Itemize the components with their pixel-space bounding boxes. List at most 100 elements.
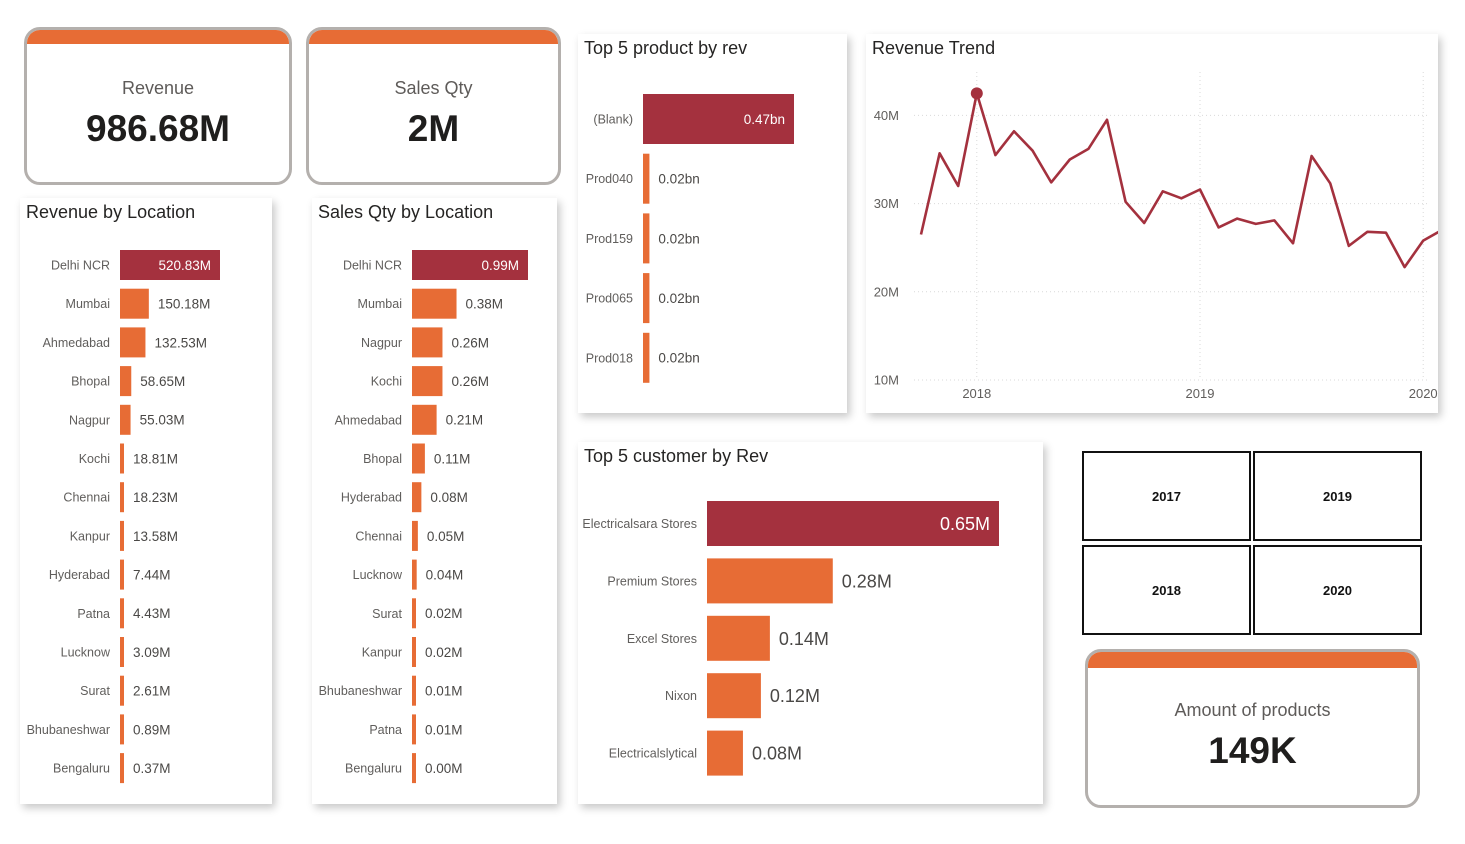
data-label: 0.02bn [658,172,699,187]
sales-qty-card-value: 2M [407,108,460,149]
year-button-2019[interactable]: 2019 [1253,451,1422,541]
bar-prod159[interactable] [643,213,650,264]
top5-customer-panel: Top 5 customer by Rev Electricalsara Sto… [578,442,1043,804]
bar-hyderabad[interactable] [120,559,124,590]
revenue-by-location-chart: Delhi NCR 520.83M Mumbai 150.18M Ahmedabad 13… [27,250,220,784]
category-label: Chennai [355,529,402,543]
y-tick-label: 40M [874,108,899,123]
data-label: 0.02M [425,606,463,621]
bar-kanpur[interactable] [412,637,416,667]
data-label: 0.26M [451,374,489,389]
x-tick-label: 2018 [962,386,991,401]
data-label: 0.11M [434,451,471,466]
data-label: 0.89M [133,722,171,737]
category-label: Bengaluru [345,762,402,776]
category-label: Prod040 [586,172,633,186]
category-label: Patna [77,607,110,621]
bar-patna[interactable] [120,598,124,629]
bar-kanpur[interactable] [120,520,124,551]
data-label: 18.23M [133,490,178,505]
bar-chennai[interactable] [412,520,418,551]
bar-nagpur[interactable] [412,327,443,358]
year-button-2020[interactable]: 2020 [1253,545,1422,635]
bar-bhopal[interactable] [120,366,132,397]
data-label: 520.83M [158,258,211,273]
category-label: Prod065 [586,292,633,306]
y-tick-label: 10M [874,373,899,388]
category-label: Prod018 [586,351,633,365]
data-label: 0.05M [427,529,465,544]
bar-ahmedabad[interactable] [412,404,437,435]
revenue-trend-panel: Revenue Trend 10M 20M 30M 40M 2018 2019 2020 [866,34,1438,413]
bar-bhubaneshwar[interactable] [412,675,416,706]
revenue-trend-line[interactable] [919,91,1438,338]
category-label: Delhi NCR [343,259,402,273]
x-tick-label: 2019 [1186,386,1215,401]
data-label: 0.65M [940,514,990,534]
category-label: Patna [369,723,402,737]
bar-prod040[interactable] [643,153,650,204]
data-label: 0.12M [770,686,820,706]
revenue-card-value: 986.68M [86,108,230,149]
category-label: Kochi [371,375,402,389]
bar-bhopal[interactable] [412,443,425,474]
bar-mumbai[interactable] [120,288,149,319]
revenue-trend-chart: 10M 20M 30M 40M 2018 2019 2020 [874,72,1438,401]
category-label: Bhopal [71,375,110,389]
bar-premium-stores[interactable] [707,558,833,604]
data-label: 0.01M [425,684,463,699]
category-label: Hyderabad [341,491,402,505]
data-label: 13.58M [133,529,178,544]
data-label: 0.00M [425,761,463,776]
bar-lucknow[interactable] [120,637,124,667]
bar-prod018[interactable] [643,332,650,383]
bar-electricalslytical[interactable] [707,730,743,776]
products-card-label: Amount of products [1174,700,1331,720]
bar-bhubaneshwar[interactable] [120,714,124,745]
card-accent-bar [1088,652,1417,668]
bar-ahmedabad[interactable] [120,327,146,358]
bar-nagpur[interactable] [120,404,131,435]
bar-lucknow[interactable] [412,559,417,590]
max-point-marker[interactable] [970,87,983,100]
bar-bengaluru[interactable] [412,753,416,784]
category-label: Lucknow [353,568,403,582]
revenue-by-location-panel: Revenue by Location Delhi NCR 520.83M Mumb… [20,198,272,804]
year-button-2017[interactable]: 2017 [1082,451,1251,541]
bar-surat[interactable] [120,675,124,706]
bar-kochi[interactable] [412,366,443,397]
category-label: Delhi NCR [51,259,110,273]
category-label: Premium Stores [607,574,697,588]
bar-excel-stores[interactable] [707,615,770,661]
bar-kochi[interactable] [120,443,124,474]
category-label: Excel Stores [627,632,697,646]
bar-bengaluru[interactable] [120,753,124,784]
category-label: Kanpur [362,646,402,660]
bar-hyderabad[interactable] [412,482,422,513]
bar-mumbai[interactable] [412,288,457,319]
category-label: Ahmedabad [43,336,110,350]
bar-surat[interactable] [412,598,416,629]
card-accent-bar [309,30,558,44]
category-label: Ahmedabad [335,413,402,427]
data-label: 55.03M [140,413,185,428]
year-button-2018[interactable]: 2018 [1082,545,1251,635]
data-label: 0.47bn [744,112,785,127]
top5-product-chart: (Blank) 0.47bn Prod040 0.02bn Prod159 0.02bn P… [586,94,794,383]
bar-patna[interactable] [412,714,416,745]
card-accent-bar [27,30,289,44]
data-label: 150.18M [158,297,211,312]
bar-nixon[interactable] [707,673,761,719]
category-label: Kochi [79,452,110,466]
bar-chennai[interactable] [120,482,124,513]
data-label: 0.02bn [658,231,699,246]
category-label: Prod159 [586,232,633,246]
top5-customer-chart: Electricalsara Stores 0.65M Premium Stores… [582,501,999,776]
data-label: 0.14M [779,629,829,649]
products-card: Amount of products 149K [1085,649,1420,808]
bar-prod065[interactable] [643,273,650,324]
products-card-value: 149K [1208,730,1297,771]
data-label: 18.81M [133,451,178,466]
category-label: Nagpur [69,413,110,427]
data-label: 0.02bn [658,351,699,366]
